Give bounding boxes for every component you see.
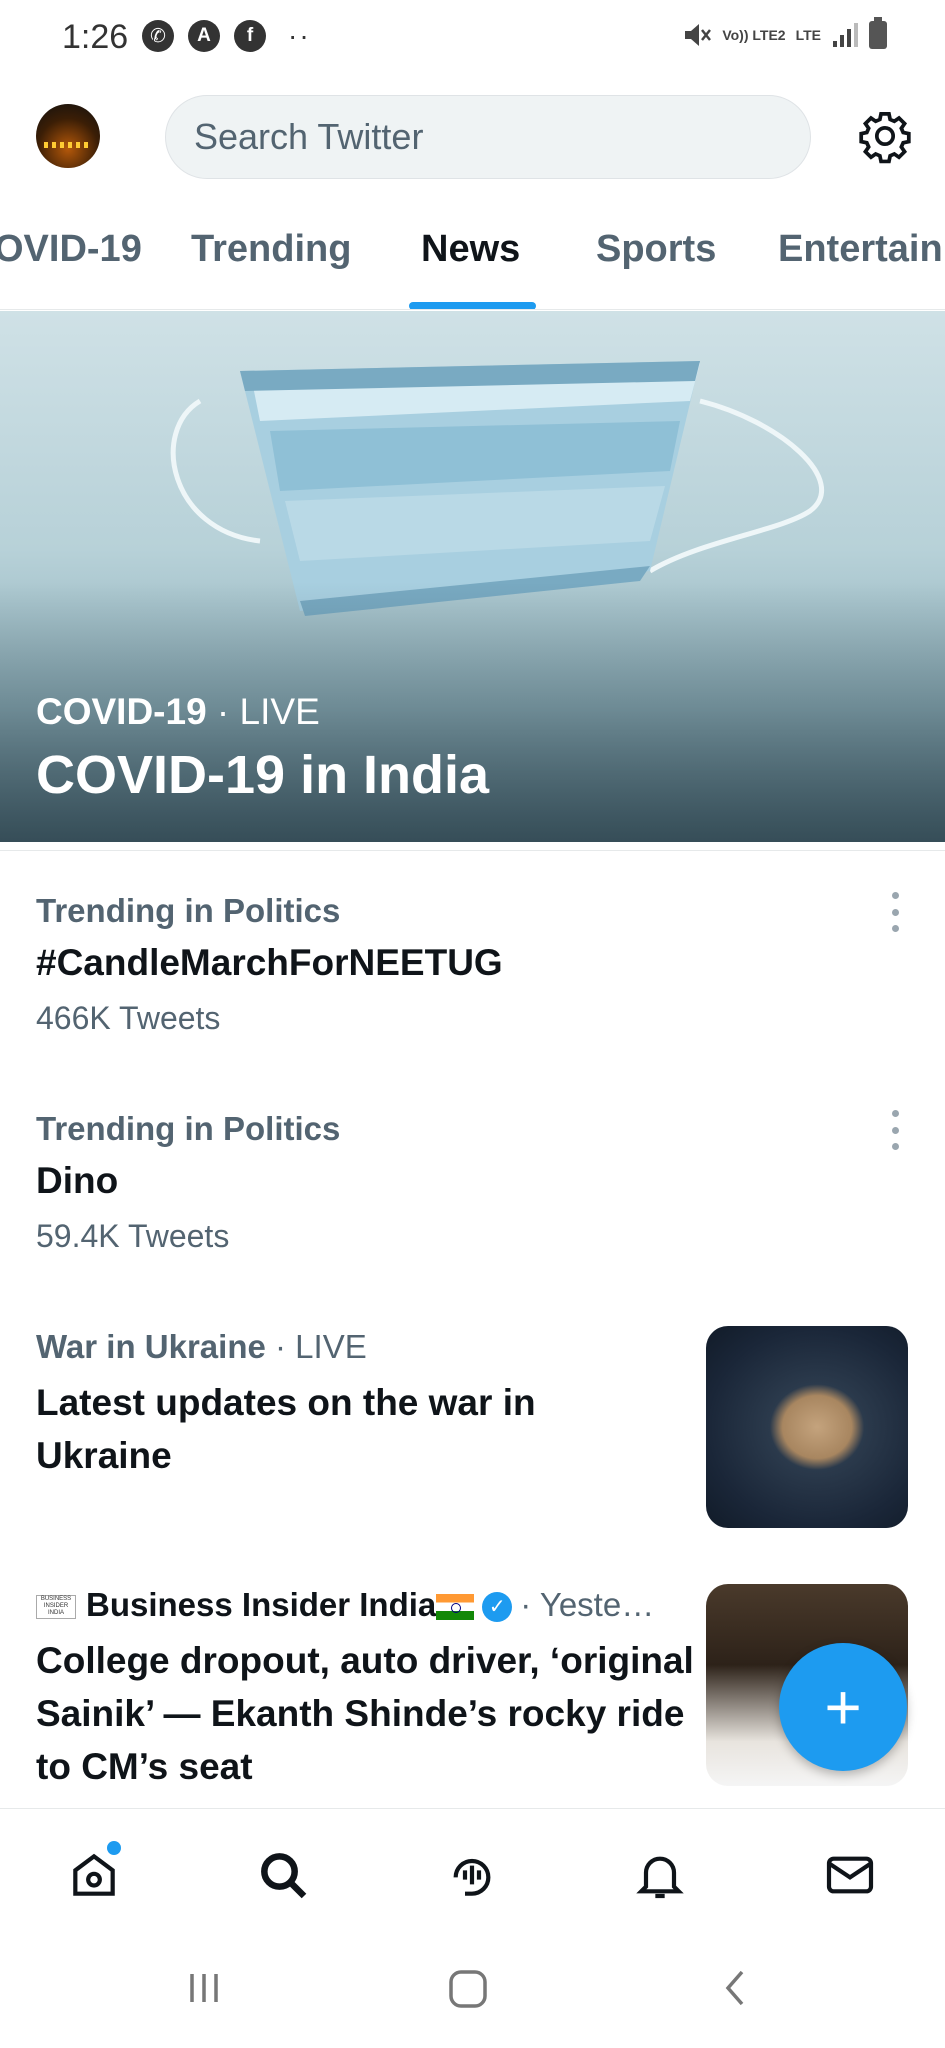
facebook-icon: f: [234, 20, 266, 52]
trend-name: #CandleMarchForNEETUG: [36, 942, 503, 983]
network-label: Vo)) LTE2: [722, 27, 786, 43]
notification-dot: [107, 1841, 121, 1855]
hero-category: COVID-19: [36, 691, 207, 732]
tab-news[interactable]: News: [421, 228, 520, 271]
top-header: Search Twitter: [0, 78, 945, 198]
trend-item[interactable]: Trending in Politics #CandleMarchForNEET…: [36, 892, 896, 1037]
phone-icon: ✆: [142, 20, 174, 52]
home-icon[interactable]: [66, 1847, 122, 1903]
tab-sports[interactable]: Sports: [596, 228, 716, 271]
news-item[interactable]: BUSINESS INSIDER INDIA Business Insider I…: [36, 1586, 696, 1793]
india-flag-icon: [436, 1594, 475, 1621]
status-time: 1:26: [62, 18, 129, 56]
trend-context: Trending in Politics: [36, 1110, 341, 1147]
gear-icon[interactable]: [857, 108, 913, 164]
hero-card[interactable]: COVID-19 · LIVE COVID-19 in India: [0, 311, 945, 842]
news-item[interactable]: War in Ukraine · LIVE Latest updates on …: [36, 1328, 676, 1482]
more-notifications-icon: ··: [288, 20, 311, 51]
messages-icon[interactable]: [822, 1847, 878, 1903]
hero-title: COVID-19 in India: [36, 745, 490, 805]
system-nav: [0, 1938, 945, 2048]
trend-name: Dino: [36, 1160, 119, 1201]
divider: [0, 850, 945, 851]
lte-label: LTE: [795, 27, 821, 43]
search-icon[interactable]: [255, 1847, 311, 1903]
trend-item[interactable]: Trending in Politics Dino 59.4K Tweets: [36, 1110, 896, 1255]
app-a-icon: A: [188, 20, 220, 52]
source-logo: BUSINESS INSIDER INDIA: [36, 1595, 76, 1620]
active-tab-indicator: [409, 302, 536, 309]
hero-meta: COVID-19 · LIVE: [36, 691, 320, 732]
trend-count: 59.4K Tweets: [36, 1218, 230, 1254]
trend-count: 466K Tweets: [36, 1000, 221, 1036]
verified-badge-icon: ✓: [482, 1592, 513, 1623]
news-thumbnail-map[interactable]: [706, 1326, 908, 1528]
news-headline: College dropout, auto driver, ‘original …: [36, 1640, 694, 1787]
avatar[interactable]: [36, 104, 100, 168]
back-icon[interactable]: [718, 1968, 754, 2008]
home-button-icon[interactable]: [447, 1968, 489, 2010]
tab-covid19[interactable]: OVID-19: [0, 228, 142, 271]
bottom-nav: [0, 1808, 945, 1938]
hero-status: LIVE: [239, 691, 320, 732]
trend-context: Trending in Politics: [36, 892, 341, 929]
tab-trending[interactable]: Trending: [191, 228, 351, 271]
more-options-icon[interactable]: [883, 1110, 907, 1150]
news-source: Business Insider India: [86, 1586, 437, 1623]
search-input[interactable]: Search Twitter: [165, 95, 811, 179]
search-placeholder: Search Twitter: [194, 116, 424, 157]
notifications-icon[interactable]: [632, 1847, 688, 1903]
news-headline: Latest updates on the war in Ukraine: [36, 1382, 536, 1476]
recent-apps-icon[interactable]: [184, 1968, 224, 2008]
news-time: · Yeste…: [520, 1586, 655, 1623]
explore-tabs: OVID-19 Trending News Sports Entertain: [0, 198, 945, 310]
signal-icon: [833, 23, 858, 47]
news-context: War in Ukraine · LIVE: [36, 1328, 367, 1365]
mute-icon: [685, 24, 712, 46]
spaces-icon[interactable]: [444, 1847, 500, 1903]
battery-icon: [869, 17, 887, 49]
news-source-line: BUSINESS INSIDER INDIA Business Insider I…: [36, 1586, 696, 1624]
compose-tweet-button[interactable]: +: [779, 1643, 907, 1771]
tab-entertainment[interactable]: Entertain: [778, 228, 943, 271]
status-bar: 1:26 ✆ A f ·· Vo)) LTE2 LTE: [0, 0, 945, 78]
more-options-icon[interactable]: [883, 892, 907, 932]
